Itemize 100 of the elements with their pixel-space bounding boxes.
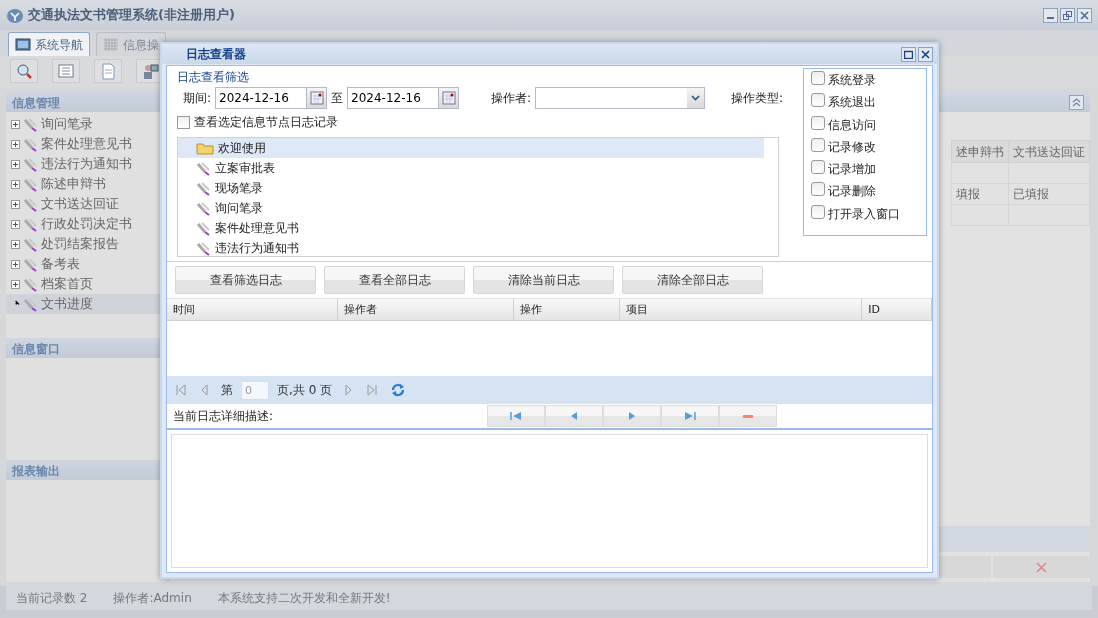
pen-icon — [23, 136, 38, 152]
checkbox[interactable] — [811, 93, 825, 108]
pen-icon — [196, 200, 211, 216]
action-button[interactable]: 查看全部日志 — [324, 266, 465, 294]
sidebar-item[interactable]: 案件处理意见书 — [6, 134, 166, 154]
list-icon — [57, 62, 75, 80]
date-field[interactable]: 2024-12-16 — [215, 87, 307, 109]
status-text: 当前记录数 2 — [16, 590, 88, 607]
pen-icon — [23, 176, 38, 192]
pen-icon — [23, 116, 38, 132]
last-button[interactable] — [661, 405, 719, 427]
checkbox[interactable] — [811, 71, 825, 85]
collapse-button[interactable] — [1069, 94, 1084, 110]
folder-icon — [196, 141, 214, 155]
dialog-title: 日志查看器 — [186, 46, 246, 63]
tree-node[interactable]: 询问笔录 — [178, 198, 778, 218]
first-button[interactable] — [487, 405, 545, 427]
pen-icon — [23, 216, 38, 232]
next-button[interactable] — [603, 405, 661, 427]
checkbox[interactable] — [811, 204, 825, 219]
table-cell: 已填报 — [1008, 183, 1090, 205]
action-button[interactable]: 查看筛选日志 — [175, 266, 316, 294]
calendar-button[interactable] — [306, 87, 328, 109]
tree-node[interactable]: 案件处理意见书 — [178, 218, 778, 238]
calendar-button[interactable] — [438, 87, 460, 109]
refresh-icon — [390, 382, 407, 398]
minimize-button[interactable] — [1043, 7, 1058, 23]
toolbar-button[interactable] — [94, 59, 122, 83]
checkbox-label: 记录增加 — [828, 161, 876, 179]
checkbox[interactable] — [177, 115, 190, 129]
minus-button[interactable] — [719, 405, 777, 427]
first-page-button[interactable] — [173, 384, 189, 396]
window-title: 交通执法文书管理系统(非注册用户) — [28, 6, 235, 25]
checkbox-label: 记录删除 — [828, 183, 876, 201]
table-cell: 填报 — [951, 183, 1009, 205]
operation-type-label: 操作类型: — [730, 90, 783, 107]
column-header: 文书送达回证 — [1008, 140, 1090, 163]
search-icon — [15, 62, 33, 80]
cross-icon — [1036, 561, 1047, 573]
sidebar-item[interactable]: 档案首页 — [6, 274, 166, 294]
pen-icon — [23, 236, 38, 252]
grid-icon — [103, 37, 119, 52]
pen-icon — [196, 220, 211, 236]
tree-node[interactable]: 欢迎使用 — [178, 138, 764, 158]
checkbox-label: 查看选定信息节点日志记录 — [194, 114, 338, 131]
status-text: 操作者:Admin — [113, 590, 192, 607]
column-header: 述申辩书 — [951, 140, 1009, 163]
status-text: 本系统支持二次开发和全新开发! — [217, 590, 391, 607]
tree-node[interactable]: 现场笔录 — [178, 178, 778, 198]
previous-button[interactable] — [545, 405, 603, 427]
close-button[interactable] — [1077, 7, 1092, 23]
chevron-down-icon — [690, 95, 700, 101]
pen-icon — [23, 196, 38, 212]
column-header: 时间 — [167, 299, 339, 320]
checkbox-label: 系统登录 — [828, 72, 876, 89]
pen-icon — [23, 276, 38, 292]
document-icon — [99, 62, 117, 80]
checkbox[interactable] — [811, 160, 825, 175]
pen-icon — [23, 156, 38, 172]
checkbox-label: 信息访问 — [828, 116, 876, 134]
action-button[interactable]: 清除全部日志 — [622, 266, 763, 294]
date-field[interactable]: 2024-12-16 — [347, 87, 439, 109]
last-page-icon — [366, 384, 379, 396]
sidebar-item[interactable]: 行政处罚决定书 — [6, 214, 166, 234]
column-header: ID — [862, 299, 932, 320]
action-button[interactable]: 清除当前日志 — [473, 266, 614, 294]
pen-icon — [196, 180, 211, 196]
maximize-button[interactable] — [901, 46, 916, 62]
checkbox[interactable] — [811, 137, 825, 152]
sidebar-item[interactable]: 处罚结案报告 — [6, 234, 166, 254]
checkbox[interactable] — [811, 182, 825, 197]
page-label: 第 — [221, 382, 233, 399]
restore-icon — [1063, 10, 1072, 20]
toolbar-button[interactable] — [52, 59, 80, 83]
sidebar-item[interactable]: 文书送达回证 — [6, 194, 166, 214]
checkbox-label: 记录修改 — [828, 138, 876, 156]
sidebar-item[interactable]: 询问笔录 — [6, 114, 166, 134]
tab[interactable]: 系统导航 — [8, 32, 90, 56]
tree-node[interactable]: 违法行为通知书 — [178, 238, 778, 256]
page-count-label: 页,共 0 页 — [277, 382, 333, 399]
sidebar-item[interactable]: 违法行为通知书 — [6, 154, 166, 174]
operator-dropdown[interactable] — [535, 87, 705, 109]
pen-icon — [196, 160, 211, 176]
column-header: 操作者 — [338, 299, 515, 320]
calendar-icon — [309, 91, 324, 105]
first-page-icon — [175, 384, 187, 396]
previous-icon — [199, 384, 211, 396]
last-icon — [684, 411, 696, 421]
checkbox[interactable] — [811, 115, 825, 130]
column-header: 操作 — [514, 299, 620, 320]
toolbar-button[interactable] — [10, 59, 38, 83]
restore-button[interactable] — [1060, 7, 1075, 23]
calendar-icon — [441, 91, 456, 105]
sidebar-item[interactable]: 备考表 — [6, 254, 166, 274]
first-icon — [510, 411, 522, 421]
column-header: 项目 — [619, 299, 863, 320]
close-button[interactable] — [918, 46, 933, 62]
minimize-icon — [1047, 16, 1054, 19]
tree-node[interactable]: 立案审批表 — [178, 158, 778, 178]
sidebar-item[interactable]: 陈述申辩书 — [6, 174, 166, 194]
